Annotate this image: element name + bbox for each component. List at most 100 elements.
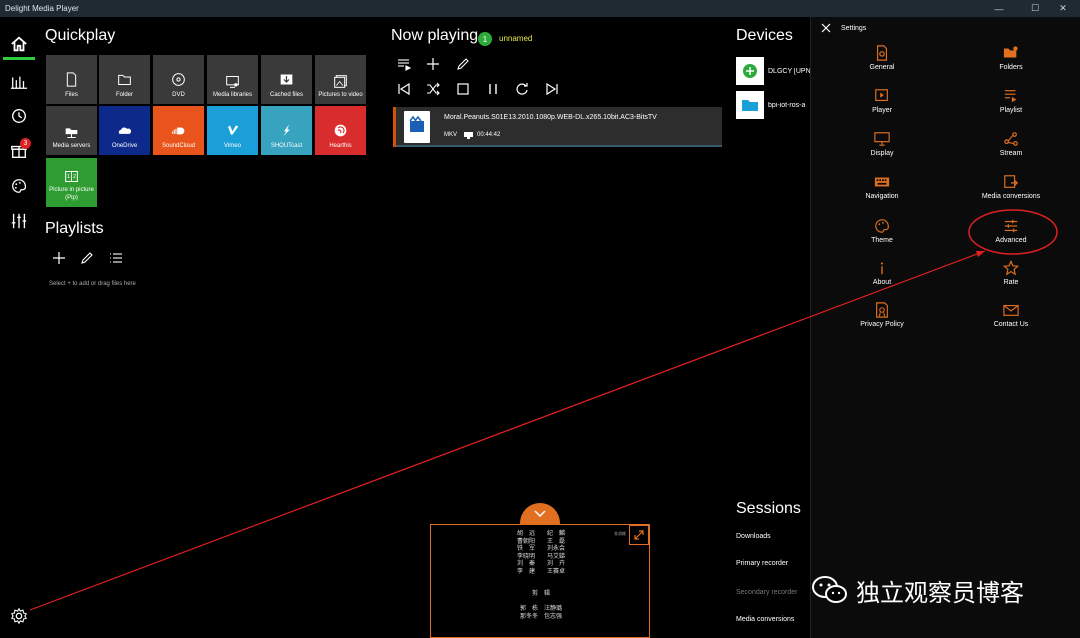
- settings-item-playlist[interactable]: Playlist: [956, 88, 1066, 114]
- tile-label: Cached files: [269, 92, 304, 98]
- quickplay-tile-files[interactable]: Files: [46, 55, 97, 104]
- playlists-title: Playlists: [45, 220, 104, 237]
- repeat-icon: [516, 83, 528, 95]
- history-icon: [11, 109, 26, 123]
- settings-item-label: Stream: [999, 150, 1023, 157]
- settings-item-stream[interactable]: Stream: [956, 131, 1066, 157]
- svg-text:1: 1: [67, 174, 70, 180]
- tile-label: Vimeo: [224, 143, 241, 149]
- playlist-icon: [1004, 90, 1017, 103]
- quickplay-tile-picture-in-picture-pip[interactable]: 1 2 Picture in picture (Pip): [46, 158, 97, 207]
- settings-item-label: Media conversions: [981, 193, 1041, 200]
- watermark-text: 独立观察员博客: [856, 578, 1024, 607]
- device-item[interactable]: DLGCY [UPNP: [736, 55, 810, 87]
- close-settings-button[interactable]: [811, 17, 841, 39]
- quickplay-title: Quickplay: [45, 27, 116, 44]
- settings-item-media-conversions[interactable]: Media conversions: [956, 174, 1066, 200]
- quickplay-tile-cached-files[interactable]: Cached files: [261, 55, 312, 104]
- shoutcast-icon: [283, 124, 290, 137]
- quickplay-tile-pictures-to-video[interactable]: Pictures to video: [315, 55, 366, 104]
- settings-item-about[interactable]: About: [827, 260, 937, 286]
- session-downloads[interactable]: Downloads: [736, 533, 771, 540]
- equalizer-button[interactable]: [0, 65, 37, 99]
- settings-item-label: Navigation: [865, 193, 899, 200]
- quickplay-tile-media-servers[interactable]: Media servers: [46, 106, 97, 155]
- quickplay-tile-folder[interactable]: Folder: [99, 55, 150, 104]
- mixer-button[interactable]: [0, 204, 37, 238]
- media-duration: 00:44:42: [477, 132, 501, 138]
- add-media-button[interactable]: [424, 55, 442, 73]
- video-file-icon: [404, 111, 430, 143]
- advanced-icon: [1004, 219, 1018, 233]
- list-view-button[interactable]: [107, 249, 125, 267]
- chevron-down-icon: [534, 510, 546, 518]
- home-button[interactable]: [0, 27, 37, 61]
- settings-item-navigation[interactable]: Navigation: [827, 174, 937, 200]
- session-secondary-recorder[interactable]: Secondary recorder: [736, 589, 797, 596]
- settings-item-label: About: [872, 279, 892, 286]
- settings-item-rate[interactable]: Rate: [956, 260, 1066, 286]
- shuffle-button[interactable]: [424, 80, 442, 98]
- tile-label: Folder: [115, 92, 133, 98]
- wechat-icon: [812, 576, 847, 603]
- quickplay-tile-vimeo[interactable]: Vimeo: [207, 106, 258, 155]
- settings-item-theme[interactable]: Theme: [827, 218, 937, 244]
- tile-label: OneDrive: [111, 143, 138, 149]
- stop-button[interactable]: [454, 80, 472, 98]
- settings-item-contact-us[interactable]: Contact Us: [956, 302, 1066, 328]
- quickplay-tile-onedrive[interactable]: OneDrive: [99, 106, 150, 155]
- edit-playlist-button[interactable]: [78, 249, 96, 267]
- player-icon: [875, 89, 888, 102]
- gift-button[interactable]: 3: [0, 134, 37, 168]
- pip-expand-button[interactable]: [629, 525, 649, 545]
- theme-button[interactable]: [0, 169, 37, 203]
- settings-item-label: Rate: [1003, 279, 1019, 286]
- settings-item-privacy-policy[interactable]: Privacy Policy: [827, 302, 937, 328]
- queue-count-badge: 1: [478, 32, 492, 46]
- quickplay-tile-dvd[interactable]: DVD: [153, 55, 204, 104]
- folders-icon: [1003, 46, 1018, 58]
- close-icon: [821, 23, 831, 33]
- plus-icon: [427, 58, 439, 70]
- pip-collapse-tab[interactable]: [520, 503, 560, 525]
- previous-button[interactable]: [395, 80, 413, 98]
- pictures-icon: [334, 75, 347, 88]
- settings-title: Settings: [841, 24, 867, 32]
- settings-item-advanced[interactable]: Advanced: [956, 218, 1066, 244]
- next-button[interactable]: [543, 80, 561, 98]
- quickplay-tile-hearthis[interactable]: Hearthis: [315, 106, 366, 155]
- settings-item-display[interactable]: Display: [827, 131, 937, 157]
- minimize-button[interactable]: —: [982, 0, 1016, 17]
- pause-button[interactable]: [484, 80, 502, 98]
- queue-button[interactable]: [395, 55, 413, 73]
- now-playing-item[interactable]: Moral.Peanuts.S01E13.2010.1080p.WEB-DL.x…: [393, 107, 722, 147]
- history-button[interactable]: [0, 99, 37, 133]
- video-credits-text: 胡 远 纪 麟 曹朝阳 王 磊 铁 军 刘永会 李晓明 马艾娣 刘 秦 刘 卉 …: [516, 531, 565, 620]
- close-window-button[interactable]: ✕: [1046, 0, 1080, 17]
- hearthis-icon: [334, 124, 347, 137]
- add-playlist-button[interactable]: [50, 249, 68, 267]
- now-playing-title: Now playing: [391, 27, 479, 44]
- folder-icon: [118, 74, 131, 85]
- equalizer-icon: [10, 76, 27, 89]
- quickplay-tile-media-libraries[interactable]: Media libraries: [207, 55, 258, 104]
- library-icon: [226, 76, 239, 88]
- gear-icon: [10, 607, 27, 625]
- pip-icon: 12: [65, 171, 78, 182]
- session-media-conversions[interactable]: Media conversions: [736, 616, 794, 623]
- pip-window[interactable]: 胡 远 纪 麟 曹朝阳 王 磊 铁 军 刘永会 李晓明 马艾娣 刘 秦 刘 卉 …: [430, 524, 650, 638]
- rename-button[interactable]: [454, 55, 472, 73]
- window-title: Delight Media Player: [5, 4, 79, 13]
- settings-item-label: General: [869, 64, 895, 71]
- session-primary-recorder[interactable]: Primary recorder: [736, 560, 788, 567]
- repeat-button[interactable]: [513, 80, 531, 98]
- settings-button[interactable]: [0, 599, 37, 633]
- device-item[interactable]: bpi-iot-ros-a: [736, 89, 810, 121]
- settings-item-general[interactable]: General: [827, 45, 937, 71]
- active-indicator: [3, 57, 35, 60]
- quickplay-tile-shoutcast[interactable]: SHOUTcast: [261, 106, 312, 155]
- settings-item-player[interactable]: Player: [827, 88, 937, 114]
- settings-item-folders[interactable]: Folders: [956, 45, 1066, 71]
- quickplay-tile-soundcloud[interactable]: SoundCloud: [153, 106, 204, 155]
- onedrive-icon: [118, 127, 132, 134]
